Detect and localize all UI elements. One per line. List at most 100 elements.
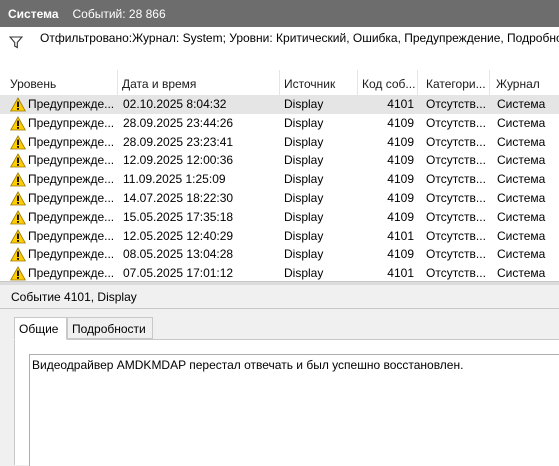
cell-category: Отсутств... xyxy=(426,97,486,111)
cell-source: Display xyxy=(284,247,324,262)
cell-category: Отсутств... xyxy=(426,190,486,205)
table-row[interactable]: Предупрежде... 12.09.2025 12:00:36 Display… xyxy=(0,151,559,170)
tab-details[interactable]: Подробности xyxy=(67,317,153,339)
cell-source: Display xyxy=(284,115,324,130)
cell-category: Отсутств... xyxy=(426,153,486,168)
cell-datetime: 28.09.2025 23:44:26 xyxy=(123,115,234,130)
table-row[interactable]: Предупрежде... 11.09.2025 1:25:09 Display 4… xyxy=(0,170,559,189)
cell-level: Предупрежде... xyxy=(28,153,115,168)
table-row[interactable]: Предупрежде... 28.09.2025 23:44:26 Display… xyxy=(0,114,559,133)
events-grid[interactable]: Уровень Дата и время Источник Код соб...… xyxy=(0,68,559,281)
cell-log: Система xyxy=(497,228,546,243)
cell-level: Предупрежде... xyxy=(28,247,115,262)
cell-code: 4101 xyxy=(387,266,414,281)
cell-source: Display xyxy=(284,134,324,149)
cell-log: Система xyxy=(497,97,546,111)
column-header-datetime[interactable]: Дата и время xyxy=(120,70,280,95)
cell-log: Система xyxy=(497,190,546,205)
table-row[interactable]: Предупрежде... 12.05.2025 12:40:29 Display… xyxy=(0,227,559,246)
event-detail-title: Событие 4101, Display xyxy=(0,285,559,309)
cell-category: Отсутств... xyxy=(426,266,486,281)
log-title: Система xyxy=(8,6,59,21)
cell-source: Display xyxy=(284,209,324,224)
column-header-category[interactable]: Категори... xyxy=(424,70,490,95)
cell-code: 4109 xyxy=(387,153,414,168)
cell-datetime: 12.09.2025 12:00:36 xyxy=(123,153,234,168)
cell-code: 4109 xyxy=(387,247,414,262)
cell-level: Предупрежде... xyxy=(28,190,115,205)
cell-source: Display xyxy=(284,190,324,205)
funnel-icon xyxy=(9,36,23,49)
grid-header: Уровень Дата и время Источник Код соб...… xyxy=(0,70,559,95)
cell-level: Предупрежде... xyxy=(28,97,115,111)
cell-log: Система xyxy=(497,153,546,168)
table-row[interactable]: Предупрежде... 15.05.2025 17:35:18 Display… xyxy=(0,208,559,227)
tab-general[interactable]: Общие xyxy=(14,317,67,340)
cell-level: Предупрежде... xyxy=(28,134,115,149)
column-header-level[interactable]: Уровень xyxy=(8,70,118,95)
cell-log: Система xyxy=(497,134,546,149)
cell-code: 4109 xyxy=(387,209,414,224)
cell-datetime: 08.05.2025 13:04:28 xyxy=(123,247,234,262)
table-row[interactable]: Предупрежде... 28.09.2025 23:23:41 Display… xyxy=(0,133,559,152)
cell-category: Отсутств... xyxy=(426,115,486,130)
cell-datetime: 07.05.2025 17:01:12 xyxy=(123,266,234,281)
cell-level: Предупрежде... xyxy=(28,228,115,243)
warning-icon xyxy=(10,172,26,187)
cell-log: Система xyxy=(497,209,546,224)
cell-datetime: 14.07.2025 18:22:30 xyxy=(123,190,234,205)
cell-log: Система xyxy=(497,172,546,187)
cell-source: Display xyxy=(284,266,324,281)
cell-code: 4109 xyxy=(387,190,414,205)
warning-icon xyxy=(10,266,26,281)
cell-level: Предупрежде... xyxy=(28,172,115,187)
cell-datetime: 02.10.2025 8:04:32 xyxy=(123,97,227,111)
cell-source: Display xyxy=(284,228,324,243)
column-header-log[interactable]: Журнал xyxy=(494,70,559,95)
column-header-source[interactable]: Источник xyxy=(282,70,358,95)
cell-code: 4101 xyxy=(387,228,414,243)
cell-code: 4109 xyxy=(387,172,414,187)
warning-icon xyxy=(10,134,26,149)
cell-datetime: 11.09.2025 1:25:09 xyxy=(123,172,226,187)
cell-category: Отсутств... xyxy=(426,228,486,243)
cell-source: Display xyxy=(284,172,324,187)
table-row[interactable]: Предупрежде... 02.10.2025 8:04:32 Display 4… xyxy=(0,95,559,114)
column-header-code[interactable]: Код соб... xyxy=(360,70,418,95)
warning-icon xyxy=(10,97,26,112)
tab-panel-general: Видеодрайвер AMDKMDAP перестал отвечать … xyxy=(14,339,559,466)
cell-datetime: 12.05.2025 12:40:29 xyxy=(123,228,234,243)
table-row[interactable]: Предупрежде... 14.07.2025 18:22:30 Display… xyxy=(0,189,559,208)
cell-code: 4109 xyxy=(387,134,414,149)
table-row[interactable]: Предупрежде... 08.05.2025 13:04:28 Display… xyxy=(0,245,559,264)
warning-icon xyxy=(10,209,26,225)
filter-bar: Отфильтровано:Журнал: System; Уровни: Кр… xyxy=(0,27,559,69)
event-message: Видеодрайвер AMDKMDAP перестал отвечать … xyxy=(32,358,464,372)
warning-icon xyxy=(10,228,26,243)
warning-icon xyxy=(10,247,26,262)
warning-icon xyxy=(10,115,26,131)
cell-code: 4109 xyxy=(387,115,414,130)
cell-category: Отсутств... xyxy=(426,172,486,187)
table-row[interactable]: Предупрежде... 07.05.2025 17:01:12 Display… xyxy=(0,264,559,281)
cell-log: Система xyxy=(497,266,546,281)
cell-code: 4101 xyxy=(387,97,414,111)
event-count: Событий: 28 866 xyxy=(72,6,166,21)
cell-log: Система xyxy=(497,115,546,130)
cell-category: Отсутств... xyxy=(426,134,486,149)
cell-log: Система xyxy=(497,247,546,262)
cell-datetime: 28.09.2025 23:23:41 xyxy=(123,134,234,149)
title-bar: Система Событий: 28 866 xyxy=(0,0,559,27)
cell-datetime: 15.05.2025 17:35:18 xyxy=(123,209,234,224)
warning-icon xyxy=(10,153,26,168)
grid-rows: Предупрежде... 02.10.2025 8:04:32 Display 4… xyxy=(0,95,559,281)
cell-level: Предупрежде... xyxy=(28,115,115,130)
cell-category: Отсутств... xyxy=(426,209,486,224)
detail-pane: Событие 4101, Display Общие Подробности … xyxy=(0,285,559,466)
event-message-box[interactable]: Видеодрайвер AMDKMDAP перестал отвечать … xyxy=(29,354,559,466)
warning-icon xyxy=(10,191,26,206)
cell-source: Display xyxy=(284,153,324,168)
cell-category: Отсутств... xyxy=(426,247,486,262)
cell-level: Предупрежде... xyxy=(28,266,115,281)
filter-text: Отфильтровано:Журнал: System; Уровни: Кр… xyxy=(40,31,559,45)
